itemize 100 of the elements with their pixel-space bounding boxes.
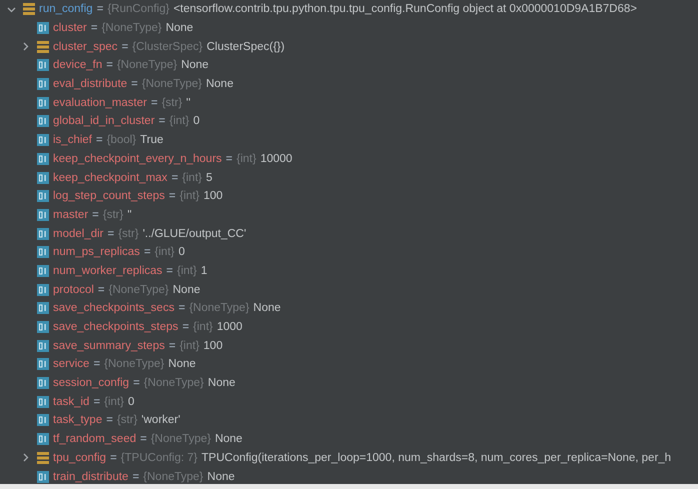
variable-name: tpu_config: [53, 452, 106, 464]
primitive-icon: [37, 470, 49, 483]
variable-name: model_dir: [53, 228, 104, 240]
variable-value: 'worker': [141, 414, 180, 426]
variable-type: {NoneType}: [142, 78, 202, 90]
variable-type: {NoneType}: [108, 284, 169, 296]
variable-value: True: [140, 134, 164, 146]
variable-name: master: [53, 208, 88, 221]
variable-type: {ClusterSpec}: [132, 40, 203, 53]
variable-value: <tensorflow.contrib.tpu.python.tpu.tpu_config.RunConfig object at 0x0000010D9A1B7D68>: [173, 3, 637, 16]
variable-value: 1000: [216, 321, 242, 334]
variable-value: TPUConfig(iterations_per_loop=1000, num_shards=8, num_cores_per_replica=None, per_h: [202, 452, 672, 464]
equals-sign: =: [132, 470, 140, 483]
equals-sign: =: [92, 208, 99, 221]
variable-type: {NoneType}: [189, 302, 250, 314]
equals-sign: =: [131, 78, 138, 90]
variable-type: {RunConfig}: [107, 3, 170, 16]
equals-sign: =: [96, 134, 103, 146]
variable-value: None: [214, 433, 242, 446]
equals-sign: =: [144, 246, 151, 258]
equals-sign: =: [140, 433, 147, 446]
equals-sign: =: [158, 115, 166, 128]
variable-type: {TPUConfig: 7}: [120, 452, 198, 464]
equals-sign: =: [96, 3, 104, 16]
variable-name: service: [53, 358, 90, 370]
primitive-icon: [37, 172, 49, 184]
variable-type: {int}: [182, 172, 202, 184]
primitive-icon: [37, 377, 49, 390]
variable-name: num_ps_replicas: [53, 246, 140, 258]
primitive-icon: [37, 264, 49, 277]
variable-value: '': [127, 208, 132, 221]
variable-value: None: [181, 59, 209, 72]
variable-name: tf_random_seed: [53, 433, 136, 446]
equals-sign: =: [166, 264, 174, 277]
primitive-icon: [37, 284, 49, 296]
variable-name: keep_checkpoint_every_n_hours: [53, 152, 222, 165]
variable-value: 1: [200, 264, 208, 277]
equals-sign: =: [98, 284, 105, 296]
primitive-icon: [37, 340, 49, 352]
variable-type: {str}: [116, 414, 138, 426]
variable-value: 100: [203, 340, 223, 352]
variable-value: 10000: [260, 152, 292, 165]
variable-value: '': [186, 96, 191, 109]
equals-sign: =: [106, 59, 113, 72]
variable-value: 5: [206, 172, 212, 184]
variable-name: eval_distribute: [53, 78, 128, 90]
primitive-icon: [37, 414, 49, 426]
primitive-icon: [37, 115, 49, 128]
variable-name: save_checkpoints_secs: [53, 302, 174, 314]
variable-value: 0: [193, 115, 200, 128]
primitive-icon: [37, 433, 49, 446]
variable-value: None: [166, 22, 194, 34]
variable-type: {int}: [236, 152, 256, 165]
equals-sign: =: [110, 452, 117, 464]
variable-value: None: [206, 78, 234, 90]
variable-type: {NoneType}: [116, 59, 178, 72]
variable-name: run_config: [39, 3, 93, 16]
variable-name: train_distribute: [53, 470, 128, 483]
equals-sign: =: [182, 321, 190, 334]
equals-sign: =: [171, 172, 178, 184]
equals-sign: =: [226, 152, 233, 165]
variable-value: '../GLUE/output_CC': [142, 228, 246, 240]
variable-type: {str}: [162, 96, 182, 109]
variable-value: None: [253, 302, 281, 314]
primitive-icon: [37, 302, 49, 314]
variable-value: None: [172, 284, 200, 296]
primitive-icon: [37, 208, 49, 221]
variable-value: None: [208, 377, 236, 390]
equals-sign: =: [106, 414, 113, 426]
variable-value: None: [207, 470, 235, 483]
variable-name: num_worker_replicas: [53, 264, 162, 277]
equals-sign: =: [133, 377, 140, 390]
variable-type: {NoneType}: [143, 470, 204, 483]
variable-name: is_chief: [53, 134, 92, 146]
variable-type: {NoneType}: [104, 358, 164, 370]
variable-type: {int}: [154, 246, 174, 258]
stack-icon: [37, 40, 49, 53]
equals-sign: =: [108, 228, 114, 240]
variable-name: session_config: [53, 377, 130, 390]
variable-type: {bool}: [106, 134, 136, 146]
primitive-icon: [37, 22, 49, 34]
equals-sign: =: [168, 340, 176, 352]
variable-type: {int}: [169, 115, 190, 128]
stack-icon: [37, 452, 49, 464]
variable-type: {int}: [180, 340, 200, 352]
variable-type: {NoneType}: [150, 433, 211, 446]
variable-name: device_fn: [53, 59, 102, 72]
variable-type: {int}: [180, 190, 200, 202]
equals-sign: =: [178, 302, 186, 314]
primitive-icon: [37, 96, 49, 109]
stack-icon: [23, 3, 35, 16]
variable-value: 100: [203, 190, 223, 202]
primitive-icon: [37, 228, 49, 240]
primitive-icon: [37, 59, 49, 72]
variable-name: cluster: [53, 22, 87, 34]
variable-value: ClusterSpec({}): [206, 40, 285, 53]
variable-type: {NoneType}: [144, 377, 204, 390]
equals-sign: =: [93, 358, 100, 370]
primitive-icon: [37, 396, 49, 408]
variable-name: global_id_in_cluster: [53, 115, 155, 128]
